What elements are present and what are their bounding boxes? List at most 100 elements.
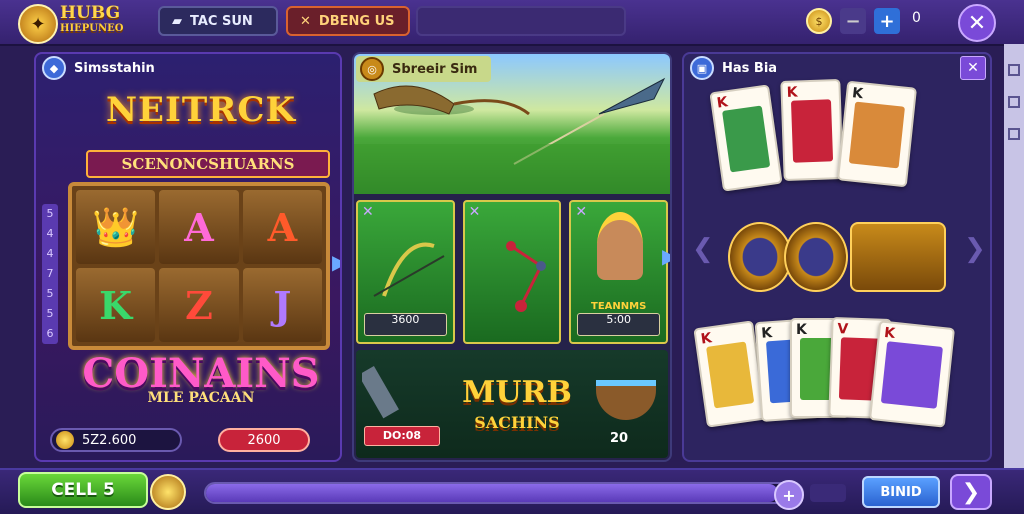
item-price-value: 5:00 — [606, 313, 632, 326]
playing-card[interactable]: K — [836, 80, 918, 188]
payline-num: 7 — [46, 267, 54, 280]
playing-card[interactable]: K — [868, 320, 956, 428]
tab1-label: TAC SUN — [190, 13, 253, 29]
rod-icon — [505, 241, 546, 312]
reel-symbol-king: 👑 — [76, 190, 156, 264]
item-card-hunter[interactable]: ✕ TEANNMS 5:00 — [569, 200, 669, 344]
chip-icon[interactable] — [728, 222, 792, 292]
playing-card[interactable]: K — [709, 84, 783, 192]
cell-button[interactable]: CELL 5 — [18, 472, 148, 508]
panel-close-button[interactable]: ✕ — [960, 56, 986, 80]
item-price: 3600 — [364, 313, 447, 336]
item-cards: ✕ 3600 ✕ ✕ TEANNMS 5:00 — [356, 200, 669, 344]
playing-card[interactable]: K — [780, 78, 844, 182]
brand-title: HUBG HIEPUNEO — [60, 3, 124, 36]
progress-fill — [206, 484, 778, 502]
reel-symbol-j: J — [242, 268, 322, 342]
close-icon: ✕ — [967, 60, 979, 76]
chevron-right-icon[interactable]: ▶ — [332, 250, 340, 274]
card-icon: ▰ — [172, 13, 182, 29]
card-panel-header: ▣ Has Bia — [684, 54, 777, 82]
slot-panel-title: Simsstahin — [74, 60, 155, 76]
slot-reels[interactable]: 👑 A A K Z J — [68, 182, 330, 350]
hunting-panel-header: ◎ Sbreeir Sim — [356, 56, 492, 82]
slot-game-title: NEITRCK — [105, 90, 297, 130]
chip-stack — [728, 222, 946, 292]
tab-empty[interactable] — [416, 6, 626, 36]
game-logo-icon[interactable]: ✦ — [18, 4, 58, 44]
close-icon: ✕ — [967, 10, 987, 36]
hunter-avatar — [597, 212, 644, 280]
chevron-right-icon[interactable]: ▶ — [662, 244, 670, 268]
promo-line1: MURB — [462, 375, 572, 410]
cross-icon: ✕ — [362, 204, 374, 220]
bind-button[interactable]: BINID — [862, 476, 940, 508]
plus-knob-icon[interactable]: + — [774, 480, 804, 510]
hunting-panel-title: Sbreeir Sim — [392, 61, 478, 77]
card-panel: ▣ Has Bia ✕ K K K ❮ ❯ K K K V K — [682, 52, 992, 462]
right-rail — [1004, 44, 1024, 474]
slider-end-stub — [810, 484, 846, 502]
tab-tac-sun[interactable]: ▰ TAC SUN — [158, 6, 278, 36]
item-price-value: 3600 — [391, 313, 420, 326]
cell-button-suffix: 5 — [102, 480, 115, 500]
brand-line1: HUBG — [60, 3, 121, 23]
minus-button[interactable]: − — [840, 8, 866, 34]
cross-icon: ✕ — [575, 204, 588, 220]
rail-square-icon[interactable] — [1008, 96, 1020, 108]
reel-symbol-a: A — [159, 190, 239, 264]
target-icon: ◎ — [360, 57, 384, 81]
promo-banner[interactable]: MURB SACHINS DO:08 20 — [356, 350, 668, 458]
coin-icon[interactable]: $ — [806, 8, 832, 34]
cross-swords-icon: ✕ — [300, 13, 311, 29]
slot-banner: COINAINS MLE PACAAN — [76, 352, 326, 426]
reel-symbol-k: K — [76, 268, 156, 342]
payline-indicator: 5 4 4 7 5 5 6 — [42, 204, 58, 344]
chip-icon[interactable] — [784, 222, 848, 292]
tab-dbeng-us[interactable]: ✕ DBENG US — [286, 6, 410, 36]
barrel-icon — [596, 380, 656, 420]
payline-num: 5 — [46, 287, 54, 300]
chevron-right-icon[interactable]: ❯ — [964, 234, 986, 264]
chevron-left-icon[interactable]: ❮ — [692, 234, 714, 264]
next-button[interactable]: ❯ — [950, 474, 992, 510]
promo-line2: SACHINS — [474, 413, 560, 432]
payline-num: 6 — [46, 327, 54, 340]
plus-button[interactable]: + — [874, 8, 900, 34]
chevron-right-icon: ❯ — [961, 479, 981, 505]
rail-square-icon[interactable] — [1008, 64, 1020, 76]
payline-num: 5 — [46, 207, 54, 220]
brand-line2: HIEPUNEO — [60, 23, 124, 34]
chip-bar-icon[interactable] — [850, 222, 946, 292]
slot-panel: ◆ Simsstahin NEITRCK SCENONCSHUARNS 5 4 … — [34, 52, 342, 462]
item-card-rod[interactable]: ✕ — [462, 200, 562, 344]
cannon-icon — [362, 366, 399, 419]
cell-button-label: CELL — [51, 480, 97, 500]
diamond-icon: ◆ — [42, 56, 66, 80]
tab2-label: DBENG US — [318, 13, 395, 29]
close-button[interactable]: ✕ — [958, 4, 996, 42]
bet-button[interactable]: 2600 — [218, 428, 310, 452]
promo-title: MURB SACHINS — [452, 378, 582, 438]
item-card-bow[interactable]: ✕ 3600 — [356, 200, 455, 344]
reel-symbol-z: Z — [159, 268, 239, 342]
balance-display: 5Z2.600 — [50, 428, 182, 452]
item-label: TEANNMS — [591, 301, 647, 312]
counter-value: 0 — [912, 10, 921, 26]
slot-panel-header: ◆ Simsstahin — [36, 54, 155, 82]
cards-icon: ▣ — [690, 56, 714, 80]
rail-square-icon[interactable] — [1008, 128, 1020, 140]
payline-num: 4 — [46, 247, 54, 260]
slot-game-subtitle: SCENONCSHUARNS — [86, 150, 330, 178]
count-value: 20 — [610, 431, 629, 446]
bow-icon — [373, 242, 445, 297]
payline-num: 5 — [46, 307, 54, 320]
reel-symbol-a2: A — [242, 190, 322, 264]
hunting-panel: ◎ Sbreeir Sim ✕ 3600 ✕ ✕ TEANNMS 5:00 MU… — [352, 52, 672, 462]
coin-button-icon[interactable] — [150, 474, 186, 510]
payline-num: 4 — [46, 227, 54, 240]
coin-icon — [56, 431, 74, 449]
card-panel-title: Has Bia — [722, 60, 778, 76]
balance-value: 5Z2.600 — [82, 432, 137, 448]
hunting-scene-image: ◎ Sbreeir Sim — [354, 54, 670, 194]
